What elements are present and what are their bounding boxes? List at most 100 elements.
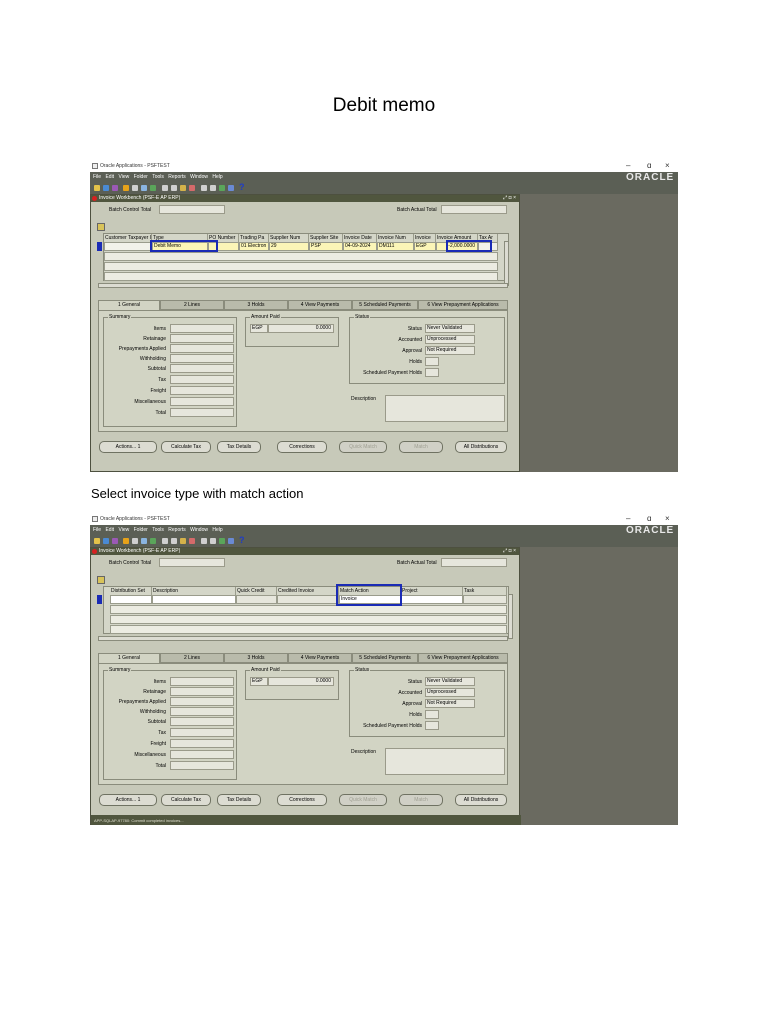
calculate-tax-button[interactable]: Calculate Tax [161, 441, 211, 453]
actions-button[interactable]: Actions... 1 [99, 441, 157, 453]
empty-row[interactable] [104, 272, 498, 281]
cell-invoice-date[interactable]: 04-09-2024 [343, 242, 377, 251]
description-field[interactable] [385, 395, 505, 422]
translate-icon[interactable] [228, 185, 234, 191]
tab-view-prepayment-applications[interactable]: 6 View Prepayment Applications [418, 653, 508, 663]
find-icon[interactable] [103, 538, 109, 544]
nav-icon[interactable] [150, 538, 156, 544]
attach-icon[interactable] [210, 185, 216, 191]
tab-view-payments[interactable]: 4 View Payments [288, 653, 352, 663]
all-distributions-button[interactable]: All Distributions [455, 441, 507, 453]
restore-icon[interactable]: ɑ [647, 514, 651, 523]
cell-distribution-set[interactable] [110, 595, 152, 604]
form-window-controls[interactable]: ⤢ ⊡ × [503, 195, 516, 201]
match-button[interactable]: Match [399, 794, 443, 806]
clear-icon[interactable] [189, 538, 195, 544]
all-distributions-button[interactable]: All Distributions [455, 794, 507, 806]
vertical-scrollbar[interactable] [508, 594, 513, 639]
column-header[interactable]: Distribution Set [110, 587, 152, 595]
menu-edit[interactable]: Edit [105, 174, 114, 180]
new-icon[interactable] [94, 538, 100, 544]
menu-window[interactable]: Window [190, 527, 208, 533]
column-header[interactable]: Trading Pa [239, 234, 269, 242]
cell-invoice-num[interactable]: DM111 [377, 242, 414, 251]
tab-view-prepayment-applications[interactable]: 6 View Prepayment Applications [418, 300, 508, 310]
menu-file[interactable]: File [93, 527, 101, 533]
tab-general[interactable]: 1 General [98, 653, 160, 663]
nav-icon[interactable] [150, 185, 156, 191]
edit-icon[interactable] [201, 185, 207, 191]
paste-icon[interactable] [180, 185, 186, 191]
tax-details-button[interactable]: Tax Details [217, 441, 261, 453]
close-icon[interactable]: × [665, 514, 670, 523]
empty-row[interactable] [104, 252, 498, 261]
column-header[interactable]: Description [152, 587, 236, 595]
new-icon[interactable] [94, 185, 100, 191]
column-header[interactable]: Invoice Num [377, 234, 414, 242]
menu-folder[interactable]: Folder [134, 527, 148, 533]
refresh-icon[interactable] [123, 185, 129, 191]
tab-general[interactable]: 1 General [98, 300, 160, 310]
menu-window[interactable]: Window [190, 174, 208, 180]
column-header[interactable]: Invoice Date [343, 234, 377, 242]
find-icon[interactable] [103, 185, 109, 191]
print-icon[interactable] [132, 185, 138, 191]
cut-icon[interactable] [162, 185, 168, 191]
restore-icon[interactable]: ɑ [647, 161, 651, 170]
batch-control-total-field[interactable] [159, 205, 225, 214]
save-icon[interactable] [112, 538, 118, 544]
tab-lines[interactable]: 2 Lines [160, 300, 224, 310]
cell-trading-partner[interactable]: 01 Electron [239, 242, 269, 251]
match-button[interactable]: Match [399, 441, 443, 453]
cell-task[interactable] [463, 595, 507, 604]
menu-view[interactable]: View [118, 527, 129, 533]
zoom-icon[interactable] [141, 538, 147, 544]
tab-holds[interactable]: 3 Holds [224, 653, 288, 663]
cell-supplier-site[interactable]: PSP [309, 242, 343, 251]
cell-invoice-currency[interactable]: EGP [414, 242, 436, 251]
horizontal-scrollbar[interactable] [98, 636, 508, 641]
quick-match-button[interactable]: Quick Match [339, 441, 387, 453]
close-icon[interactable]: × [665, 161, 670, 170]
empty-row[interactable] [110, 615, 507, 624]
translate-icon[interactable] [228, 538, 234, 544]
column-header[interactable]: Credited Invoice [277, 587, 339, 595]
menu-folder[interactable]: Folder [134, 174, 148, 180]
copy-icon[interactable] [171, 185, 177, 191]
help-icon[interactable]: ? [239, 182, 245, 192]
zoom-icon[interactable] [141, 185, 147, 191]
cut-icon[interactable] [162, 538, 168, 544]
column-header[interactable]: Project [401, 587, 463, 595]
menu-reports[interactable]: Reports [168, 527, 186, 533]
menu-reports[interactable]: Reports [168, 174, 186, 180]
paste-icon[interactable] [180, 538, 186, 544]
cell-supplier-num[interactable]: 29 [269, 242, 309, 251]
copy-icon[interactable] [171, 538, 177, 544]
folder-tools-icon[interactable] [219, 538, 225, 544]
batch-control-total-field[interactable] [159, 558, 225, 567]
batch-actual-total-field[interactable] [441, 558, 507, 567]
minimize-icon[interactable]: – [626, 514, 630, 523]
form-window-controls[interactable]: ⤢ ⊡ × [503, 548, 516, 554]
actions-button[interactable]: Actions... 1 [99, 794, 157, 806]
column-header[interactable]: Supplier Site [309, 234, 343, 242]
calculate-tax-button[interactable]: Calculate Tax [161, 794, 211, 806]
clear-icon[interactable] [189, 185, 195, 191]
tab-lines[interactable]: 2 Lines [160, 653, 224, 663]
folder-tools-icon[interactable] [219, 185, 225, 191]
description-field[interactable] [385, 748, 505, 775]
menu-tools[interactable]: Tools [152, 174, 164, 180]
menu-view[interactable]: View [118, 174, 129, 180]
tab-scheduled-payments[interactable]: 5 Scheduled Payments [352, 653, 418, 663]
empty-row[interactable] [110, 625, 507, 634]
tab-holds[interactable]: 3 Holds [224, 300, 288, 310]
attach-icon[interactable] [210, 538, 216, 544]
menu-file[interactable]: File [93, 174, 101, 180]
cell-customer-taxpayer-id[interactable] [104, 242, 152, 251]
edit-icon[interactable] [201, 538, 207, 544]
tab-scheduled-payments[interactable]: 5 Scheduled Payments [352, 300, 418, 310]
folder-icon[interactable] [97, 223, 105, 231]
corrections-button[interactable]: Corrections [277, 794, 327, 806]
tab-view-payments[interactable]: 4 View Payments [288, 300, 352, 310]
empty-row[interactable] [104, 262, 498, 271]
